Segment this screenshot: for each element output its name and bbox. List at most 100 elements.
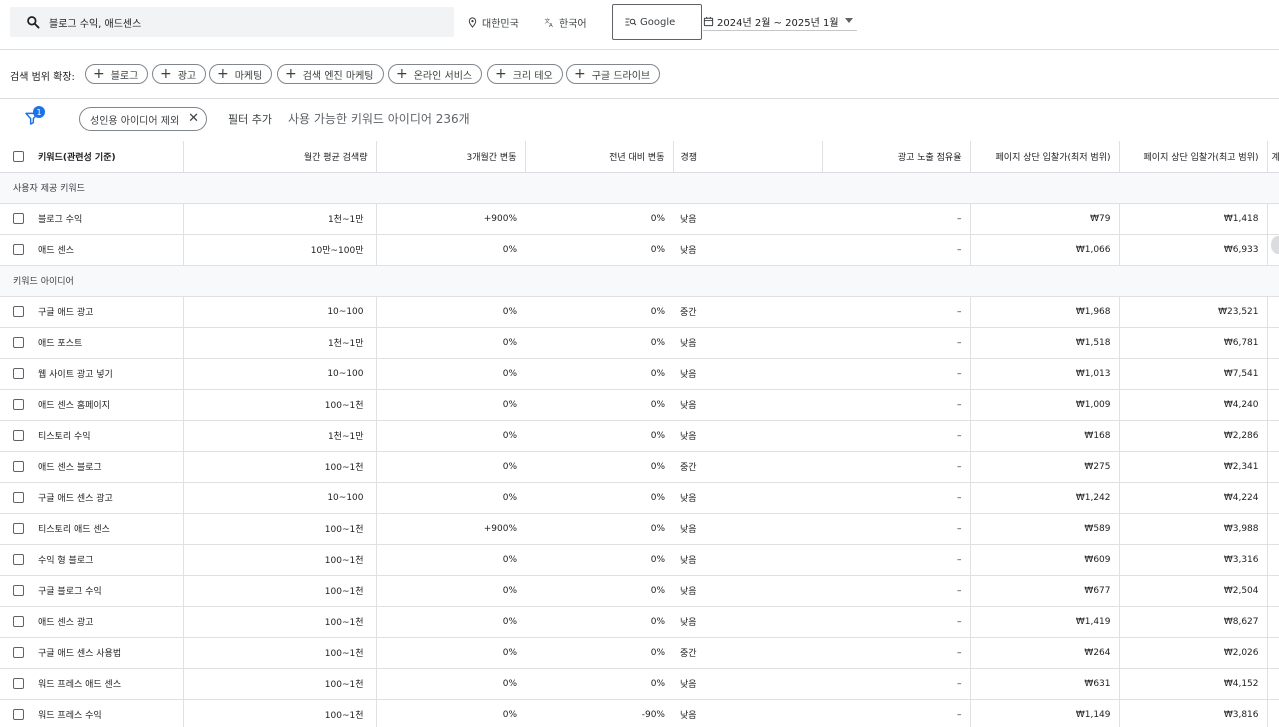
table-row[interactable]: 티스토리 애드 센스 100~1천 +900% 0% 낮음 – ₩589 ₩3,988 — [0, 513, 1279, 545]
table-row[interactable]: 수익 형 블로그 100~1천 0% 0% 낮음 – ₩609 ₩3,316 — [0, 544, 1279, 576]
keyword-text: 애드 센스 광고 — [38, 618, 94, 628]
select-all-checkbox[interactable] — [13, 150, 24, 162]
expand-chip-sem[interactable]: + 검색 엔진 마케팅 — [277, 64, 384, 84]
expand-chip-criteo[interactable]: + 크리 테오 — [487, 64, 563, 84]
row-checkbox[interactable] — [13, 244, 24, 255]
three-month-change-cell: 0% — [376, 699, 525, 727]
three-month-change-cell: 0% — [376, 420, 525, 452]
competition-cell: 중간 — [673, 296, 822, 328]
table-row[interactable]: 구글 블로그 수익 100~1천 0% 0% 낮음 – ₩677 ₩2,504 — [0, 575, 1279, 607]
row-checkbox[interactable] — [13, 213, 24, 224]
monthly-searches-cell: 1천~1만 — [183, 420, 377, 452]
row-checkbox[interactable] — [13, 399, 24, 410]
table-row[interactable]: 애드 포스트 1천~1만 0% 0% 낮음 – ₩1,518 ₩6,781 — [0, 327, 1279, 359]
row-checkbox[interactable] — [13, 678, 24, 689]
table-row[interactable]: 블로그 수익 1천~1만 +900% 0% 낮음 – ₩79 ₩1,418 — [0, 203, 1279, 235]
section-row-user-keywords: 사용자 제공 키워드 — [0, 172, 1279, 204]
expand-chip-marketing[interactable]: + 마케팅 — [209, 64, 273, 84]
section-label: 사용자 제공 키워드 — [0, 172, 1279, 204]
header-impression-share[interactable]: 광고 노출 점유율 — [822, 141, 971, 173]
expand-chip-google-drive[interactable]: + 구글 드라이브 — [566, 64, 661, 84]
top-bid-low-cell: ₩1,242 — [970, 482, 1120, 514]
header-account-status[interactable]: 계 — [1267, 141, 1279, 173]
date-range-selector[interactable]: 2024년 2월 ~ 2025년 1월 — [703, 12, 857, 31]
language-selector[interactable]: 文A 한국어 — [544, 14, 586, 30]
keyword-search-input[interactable]: 블로그 수익, 애드센스 — [10, 7, 454, 37]
monthly-searches-cell: 1천~1만 — [183, 203, 377, 235]
three-month-change-cell: 0% — [376, 544, 525, 576]
active-filter-chip[interactable]: 성인용 아이디어 제외 ✕ — [79, 107, 207, 131]
monthly-searches-cell: 1천~1만 — [183, 327, 377, 359]
competition-cell: 낮음 — [673, 544, 822, 576]
scroll-edge-button[interactable] — [1271, 236, 1279, 254]
row-checkbox[interactable] — [13, 709, 24, 720]
impression-share-cell: – — [822, 389, 971, 421]
location-selector[interactable]: 대한민국 — [467, 14, 519, 30]
competition-cell: 낮음 — [673, 699, 822, 727]
table-row[interactable]: 애드 센스 광고 100~1천 0% 0% 낮음 – ₩1,419 ₩8,627 — [0, 606, 1279, 638]
monthly-searches-cell: 10만~100만 — [183, 234, 377, 266]
impression-share-cell: – — [822, 699, 971, 727]
chip-label: 크리 테오 — [512, 70, 553, 82]
row-checkbox[interactable] — [13, 306, 24, 317]
keyword-cell: 워드 프레스 수익 — [0, 699, 184, 727]
monthly-searches-cell: 10~100 — [183, 358, 377, 390]
row-checkbox[interactable] — [13, 616, 24, 627]
impression-share-cell: – — [822, 637, 971, 669]
impression-share-cell: – — [822, 327, 971, 359]
table-row[interactable]: 구글 애드 센스 사용법 100~1천 0% 0% 중간 – ₩264 ₩2,026 — [0, 637, 1279, 669]
header-monthly-searches[interactable]: 월간 평균 검색량 — [183, 141, 377, 173]
table-row[interactable]: 티스토리 수익 1천~1만 0% 0% 낮음 – ₩168 ₩2,286 — [0, 420, 1279, 452]
top-bid-low-cell: ₩631 — [970, 668, 1120, 700]
row-checkbox[interactable] — [13, 368, 24, 379]
top-bid-low-cell: ₩1,009 — [970, 389, 1120, 421]
top-bid-low-cell: ₩1,149 — [970, 699, 1120, 727]
row-checkbox[interactable] — [13, 647, 24, 658]
header-three-month-change[interactable]: 3개월간 변동 — [376, 141, 526, 173]
row-checkbox[interactable] — [13, 523, 24, 534]
expand-chip-online-service[interactable]: + 온라인 서비스 — [388, 64, 483, 84]
keyword-cell: 애드 센스 — [0, 234, 184, 266]
header-top-bid-high[interactable]: 페이지 상단 입찰가(최고 범위) — [1119, 141, 1268, 173]
row-checkbox[interactable] — [13, 585, 24, 596]
row-checkbox[interactable] — [13, 461, 24, 472]
search-network-selector[interactable]: Google — [612, 4, 702, 40]
row-checkbox[interactable] — [13, 430, 24, 441]
table-row[interactable]: 워드 프레스 수익 100~1천 0% -90% 낮음 – ₩1,149 ₩3,816 — [0, 699, 1279, 727]
top-bid-low-cell: ₩609 — [970, 544, 1120, 576]
yoy-change-cell: 0% — [525, 203, 673, 235]
top-bid-high-cell: ₩4,224 — [1119, 482, 1268, 514]
keyword-cell: 애드 센스 광고 — [0, 606, 184, 638]
table-row[interactable]: 구글 애드 광고 10~100 0% 0% 중간 – ₩1,968 ₩23,521 — [0, 296, 1279, 328]
plus-icon: + — [574, 66, 586, 82]
header-competition[interactable]: 경쟁 — [673, 141, 823, 173]
top-bid-high-cell: ₩3,316 — [1119, 544, 1268, 576]
table-row[interactable]: 애드 센스 홈페이지 100~1천 0% 0% 낮음 – ₩1,009 ₩4,240 — [0, 389, 1279, 421]
close-icon[interactable]: ✕ — [188, 112, 199, 125]
search-query-text: 블로그 수익, 애드센스 — [49, 18, 142, 30]
table-row[interactable]: 애드 센스 10만~100만 0% 0% 낮음 – ₩1,066 ₩6,933 — [0, 234, 1279, 266]
row-checkbox[interactable] — [13, 337, 24, 348]
impression-share-cell: – — [822, 513, 971, 545]
yoy-change-cell: 0% — [525, 544, 673, 576]
top-bid-high-cell: ₩8,627 — [1119, 606, 1268, 638]
three-month-change-cell: 0% — [376, 451, 525, 483]
table-row[interactable]: 애드 센스 블로그 100~1천 0% 0% 중간 – ₩275 ₩2,341 — [0, 451, 1279, 483]
top-bar: 블로그 수익, 애드센스 대한민국 文A 한국어 Google 2024년 2월… — [0, 0, 1279, 50]
three-month-change-cell: 0% — [376, 296, 525, 328]
table-row[interactable]: 웹 사이트 광고 넣기 10~100 0% 0% 낮음 – ₩1,013 ₩7,541 — [0, 358, 1279, 390]
add-filter-button[interactable]: 필터 추가 — [228, 111, 272, 127]
header-keyword[interactable]: 키워드(관련성 기준) — [0, 141, 184, 173]
expand-chip-blog[interactable]: + 블로그 — [85, 64, 149, 84]
row-checkbox[interactable] — [13, 492, 24, 503]
header-yoy-change[interactable]: 전년 대비 변동 — [525, 141, 674, 173]
header-top-bid-low[interactable]: 페이지 상단 입찰가(최저 범위) — [970, 141, 1120, 173]
row-checkbox[interactable] — [13, 554, 24, 565]
monthly-searches-cell: 100~1천 — [183, 389, 377, 421]
yoy-change-cell: 0% — [525, 296, 673, 328]
expand-chip-ad[interactable]: + 광고 — [152, 64, 207, 84]
table-row[interactable]: 워드 프레스 애드 센스 100~1천 0% 0% 낮음 – ₩631 ₩4,152 — [0, 668, 1279, 700]
table-row[interactable]: 구글 애드 센스 광고 10~100 0% 0% 낮음 – ₩1,242 ₩4,224 — [0, 482, 1279, 514]
keyword-cell: 블로그 수익 — [0, 203, 184, 235]
yoy-change-cell: 0% — [525, 234, 673, 266]
